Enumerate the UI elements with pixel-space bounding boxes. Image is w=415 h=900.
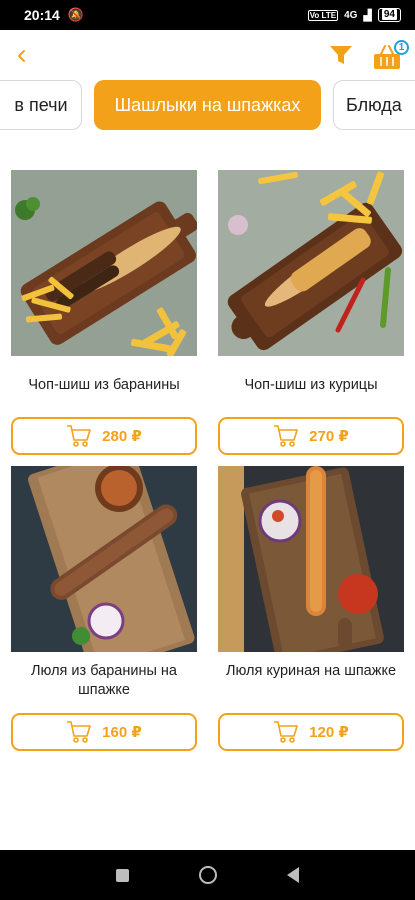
product-photo[interactable]	[218, 170, 404, 356]
add-to-cart-button[interactable]: 270 ₽	[218, 417, 404, 455]
filter-button[interactable]	[328, 42, 354, 70]
filter-icon	[330, 46, 352, 64]
status-time: 20:14	[24, 7, 60, 23]
status-indicators: Vo LTE 4G ▟ 94	[307, 8, 401, 22]
add-to-cart-button[interactable]: 160 ₽	[11, 713, 197, 751]
tab-blyuda[interactable]: Блюда	[333, 80, 415, 130]
product-card[interactable]: Чоп-шиш из баранины 280 ₽	[11, 170, 197, 455]
battery-level: 94	[381, 9, 397, 20]
product-price: 270 ₽	[309, 428, 349, 445]
product-name: Чоп-шиш из баранины	[28, 377, 180, 393]
product-name: Чоп-шиш из курицы	[244, 377, 378, 393]
recent-apps-button[interactable]	[116, 868, 129, 882]
home-button[interactable]	[199, 866, 217, 884]
cart-icon	[67, 721, 91, 743]
product-name: Люля из баранины на шпажке	[31, 663, 177, 698]
silent-icon: 🔕	[67, 7, 84, 22]
network-label: 4G	[344, 9, 358, 21]
back-nav-button[interactable]	[287, 867, 299, 883]
product-card[interactable]: Люля куриная на шпажке 120 ₽	[218, 466, 404, 751]
status-bar: 20:14 🔕 Vo LTE 4G ▟ 94	[0, 0, 415, 30]
product-price: 280 ₽	[102, 428, 142, 445]
back-button[interactable]	[10, 42, 34, 70]
product-price: 120 ₽	[309, 724, 349, 741]
add-to-cart-button[interactable]: 280 ₽	[11, 417, 197, 455]
product-name: Люля куриная на шпажке	[225, 663, 397, 679]
category-tabs: в печи Шашлыки на шпажках Блюда	[0, 80, 415, 132]
product-photo[interactable]	[11, 170, 197, 356]
cart-button[interactable]: 1	[372, 40, 409, 72]
chevron-left-icon	[18, 50, 25, 62]
product-card[interactable]: Люля из баранины на шпажке 160 ₽	[11, 466, 197, 751]
product-photo[interactable]	[218, 466, 404, 652]
cart-icon	[274, 721, 298, 743]
tab-pechi[interactable]: в печи	[0, 80, 82, 130]
system-nav-bar	[0, 850, 415, 900]
product-price: 160 ₽	[102, 724, 142, 741]
signal-icon: ▟	[363, 9, 372, 22]
cart-icon	[274, 425, 298, 447]
cart-count-badge: 1	[394, 40, 409, 55]
tab-shashlyki[interactable]: Шашлыки на шпажках	[94, 80, 321, 130]
product-card[interactable]: Чоп-шиш из курицы 270 ₽	[218, 170, 404, 455]
volte-icon: Vo LTE	[307, 9, 339, 21]
app-header: 1	[0, 30, 415, 82]
battery-icon: 94	[377, 8, 401, 22]
cart-icon	[67, 425, 91, 447]
product-photo[interactable]	[11, 466, 197, 652]
add-to-cart-button[interactable]: 120 ₽	[218, 713, 404, 751]
